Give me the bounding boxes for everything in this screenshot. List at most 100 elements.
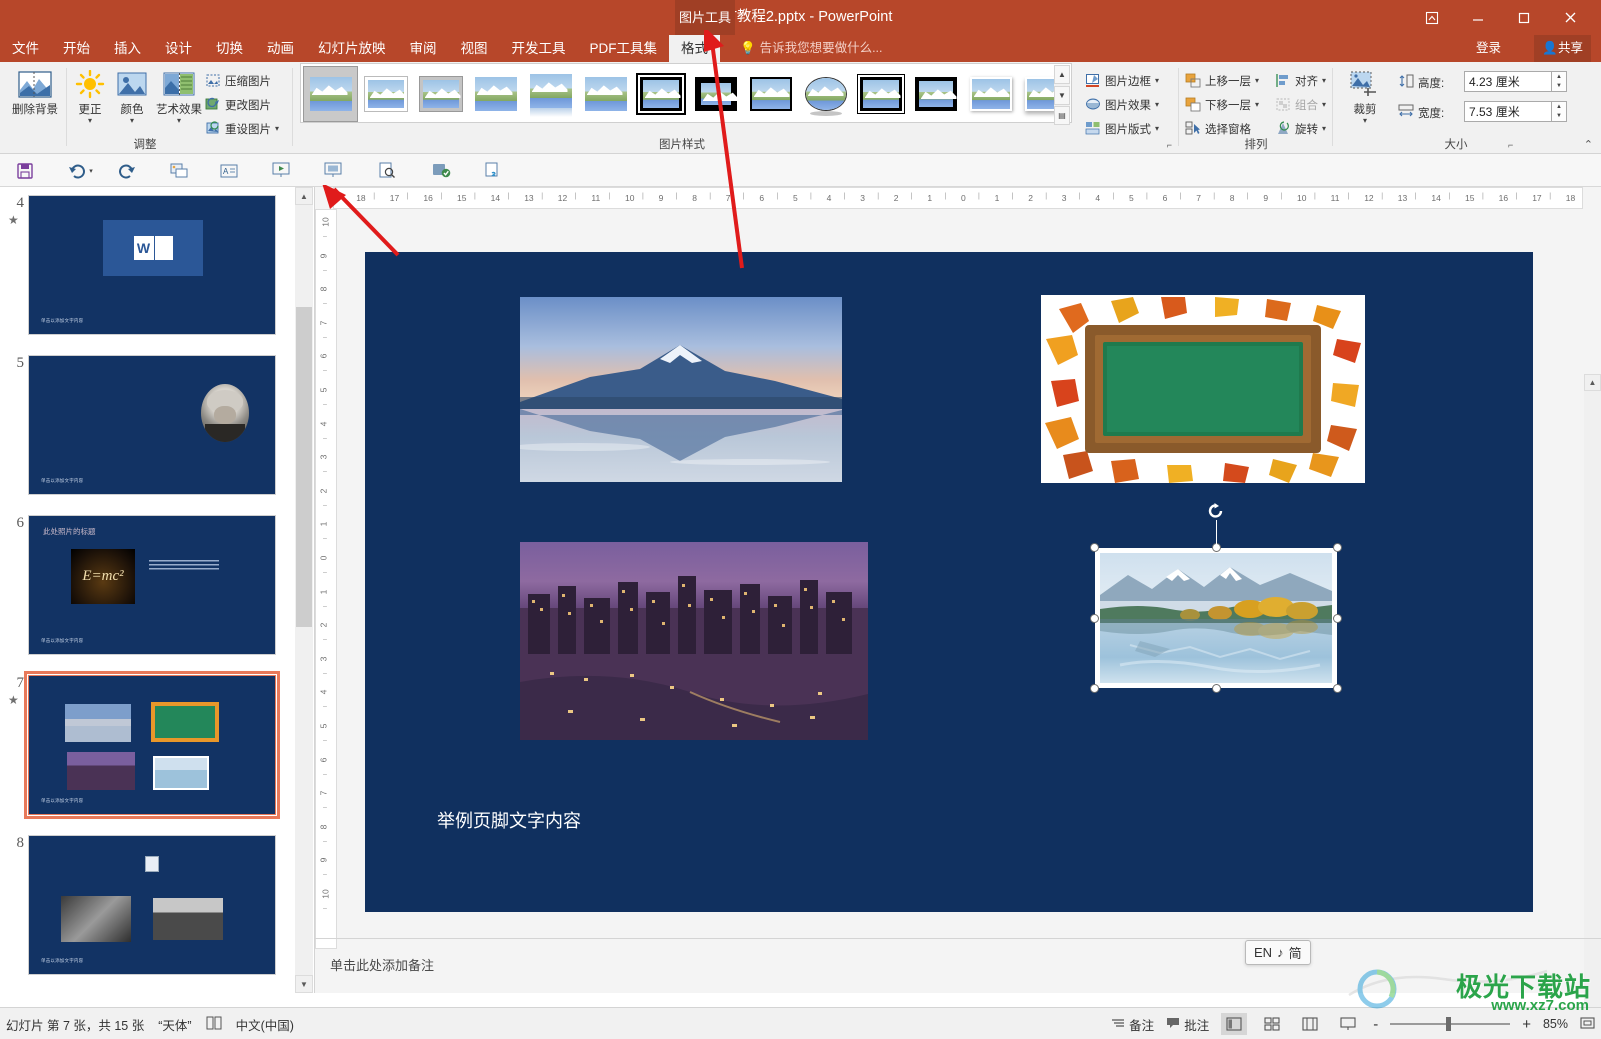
height-stepper[interactable]: ▲ ▼: [1552, 71, 1567, 92]
misty-lake-autumn-photo[interactable]: [1100, 553, 1332, 683]
slide-thumbnail-pane[interactable]: 4 ★ W 单击以添加文字内容 5 单击以添加文字内容 6 E=mc² 此处照片的标题单…: [0, 187, 315, 993]
crop-dropdown-icon[interactable]: ▾: [1363, 117, 1367, 125]
thumbnail-scroll-up-icon[interactable]: ▲: [295, 187, 313, 205]
vertical-ruler[interactable]: 10 – 9 – 8 – 7 – 6 – 5 – 4 – 3 – 2 – 1 – 0 – 1 – 2 – 3 – 4 – 5 – 6 – 7 – 8 – 9…: [315, 209, 337, 949]
minimize-icon[interactable]: [1455, 0, 1501, 35]
picture-style-5[interactable]: [578, 66, 633, 122]
artistic-effects-button[interactable]: 艺术效果 ▾: [152, 66, 206, 134]
rotate-dropdown-icon[interactable]: ▾: [1322, 125, 1326, 133]
color-dropdown-icon[interactable]: ▾: [130, 117, 134, 125]
gallery-scroll-up-icon[interactable]: ▲: [1054, 65, 1070, 84]
preview-icon[interactable]: [374, 159, 400, 182]
fit-slide-icon[interactable]: [1580, 1016, 1595, 1033]
zoom-level-label[interactable]: 85%: [1543, 1017, 1568, 1031]
corrections-button[interactable]: 更正 ▾: [68, 66, 112, 134]
ribbon-display-options-icon[interactable]: [1409, 0, 1455, 35]
slide-footer-text[interactable]: 举例页脚文字内容: [437, 807, 581, 833]
corrections-dropdown-icon[interactable]: ▾: [88, 117, 92, 125]
tab-1[interactable]: 开始: [51, 35, 102, 62]
thumbnail-scroll-down-icon[interactable]: ▼: [295, 975, 313, 993]
autumn-leaves-chalkboard-photo[interactable]: [1041, 295, 1365, 483]
picture-style-2[interactable]: [413, 66, 468, 122]
city-night-skyline-photo[interactable]: [520, 542, 868, 740]
tab-3[interactable]: 设计: [153, 35, 204, 62]
spellcheck-icon[interactable]: [428, 159, 454, 182]
accessibility-icon[interactable]: [206, 1016, 222, 1033]
picture-style-1[interactable]: [358, 66, 413, 122]
picture-style-4[interactable]: [523, 66, 578, 122]
picture-style-10[interactable]: [853, 66, 908, 122]
resize-handle-bottom-right[interactable]: [1333, 684, 1342, 693]
height-input[interactable]: 4.23 厘米: [1464, 71, 1552, 92]
sign-in-button[interactable]: 登录: [1476, 35, 1501, 62]
slide-thumbnail-preview[interactable]: 单击以添加文字内容: [28, 355, 276, 495]
gallery-more-icon[interactable]: ▤: [1054, 106, 1070, 125]
present-current-icon[interactable]: [320, 159, 346, 182]
bring-forward-dropdown-icon[interactable]: ▾: [1255, 77, 1259, 85]
notes-placeholder[interactable]: 单击此处添加备注: [330, 955, 434, 974]
picture-style-12[interactable]: [963, 66, 1018, 122]
crop-button[interactable]: 裁剪 ▾: [1342, 66, 1388, 134]
mount-fuji-lake-photo[interactable]: [520, 297, 842, 482]
gallery-scroll-controls[interactable]: ▲ ▼ ▤: [1054, 65, 1070, 125]
save-icon[interactable]: [12, 159, 38, 182]
language-indicator[interactable]: 中文(中国): [236, 1015, 294, 1034]
picture-layout-dropdown-icon[interactable]: ▾: [1155, 125, 1159, 133]
ime-status-badge[interactable]: EN ♪ 简: [1245, 940, 1311, 965]
tab-8[interactable]: 视图: [449, 35, 500, 62]
align-dropdown-icon[interactable]: ▾: [1322, 77, 1326, 85]
resize-handle-middle-right[interactable]: [1333, 613, 1342, 623]
resize-handle-middle-left[interactable]: [1090, 613, 1099, 623]
zoom-in-button[interactable]: +: [1522, 1016, 1531, 1033]
picture-style-6[interactable]: [633, 66, 688, 122]
theme-name[interactable]: “天体”: [158, 1015, 191, 1034]
notes-button[interactable]: 备注: [1111, 1015, 1154, 1034]
reset-picture-dropdown-icon[interactable]: ▾: [275, 125, 279, 133]
slide-thumbnail-preview[interactable]: E=mc² 此处照片的标题 单击以添加文字内容: [28, 515, 276, 655]
animation-star-icon[interactable]: ★: [8, 213, 19, 227]
width-stepper[interactable]: ▲ ▼: [1552, 101, 1567, 122]
redo-icon[interactable]: [114, 159, 140, 182]
selected-picture-wrapper[interactable]: [1090, 503, 1342, 693]
zoom-slider[interactable]: [1390, 1017, 1511, 1031]
resize-handle-bottom-left[interactable]: [1090, 684, 1099, 693]
picture-border-dropdown-icon[interactable]: ▾: [1155, 77, 1159, 85]
share-button[interactable]: 👤共享: [1534, 35, 1591, 62]
close-icon[interactable]: [1547, 0, 1593, 35]
tab-2[interactable]: 插入: [102, 35, 153, 62]
artistic-effects-dropdown-icon[interactable]: ▾: [177, 117, 181, 125]
compress-pictures-button[interactable]: 压缩图片: [204, 70, 271, 91]
color-button[interactable]: 颜色 ▾: [110, 66, 154, 134]
picture-style-8[interactable]: [743, 66, 798, 122]
tab-4[interactable]: 切换: [204, 35, 255, 62]
picture-style-11[interactable]: [908, 66, 963, 122]
slide-thumbnail-preview[interactable]: 单击以添加文字内容: [28, 835, 276, 975]
picture-effects-button[interactable]: 图片效果 ▾: [1084, 94, 1159, 115]
slide-canvas[interactable]: 举例页脚文字内容: [365, 252, 1533, 912]
slideshow-view-button[interactable]: [1335, 1013, 1361, 1035]
text-box-icon[interactable]: A: [216, 159, 242, 182]
resize-handle-top-right[interactable]: [1333, 543, 1342, 552]
normal-view-button[interactable]: [1221, 1013, 1248, 1035]
picture-style-9[interactable]: [798, 66, 853, 122]
tell-me-search[interactable]: 💡 告诉我您想要做什么...: [740, 35, 883, 62]
align-button[interactable]: 对齐 ▾: [1274, 70, 1326, 91]
tab-5[interactable]: 动画: [255, 35, 306, 62]
picture-styles-gallery[interactable]: ▲ ▼ ▤: [300, 63, 1072, 125]
tab-7[interactable]: 审阅: [398, 35, 449, 62]
bring-forward-button[interactable]: 上移一层 ▾: [1184, 70, 1259, 91]
undo-icon[interactable]: ▾: [62, 159, 98, 182]
slide-thumbnail-preview[interactable]: W 单击以添加文字内容: [28, 195, 276, 335]
maximize-icon[interactable]: [1501, 0, 1547, 35]
width-down-icon[interactable]: ▼: [1552, 112, 1566, 122]
reading-view-button[interactable]: [1297, 1013, 1323, 1035]
height-down-icon[interactable]: ▼: [1552, 82, 1566, 92]
link-icon[interactable]: [480, 159, 506, 182]
thumbnail-pane-scrollbar[interactable]: ▲ ▼: [295, 187, 313, 993]
picture-style-3[interactable]: [468, 66, 523, 122]
comments-button[interactable]: 批注: [1166, 1015, 1209, 1034]
slide-sorter-view-button[interactable]: [1259, 1013, 1285, 1035]
remove-background-button[interactable]: 删除背景: [4, 66, 66, 134]
resize-handle-top-left[interactable]: [1090, 543, 1099, 552]
horizontal-ruler[interactable]: 18 | 17 | 16 | 15 | 14 | 13 | 12 | 11 | 10 | 9 | 8 | 7 | 6 | 5 | 4 | 3…: [333, 187, 1583, 209]
